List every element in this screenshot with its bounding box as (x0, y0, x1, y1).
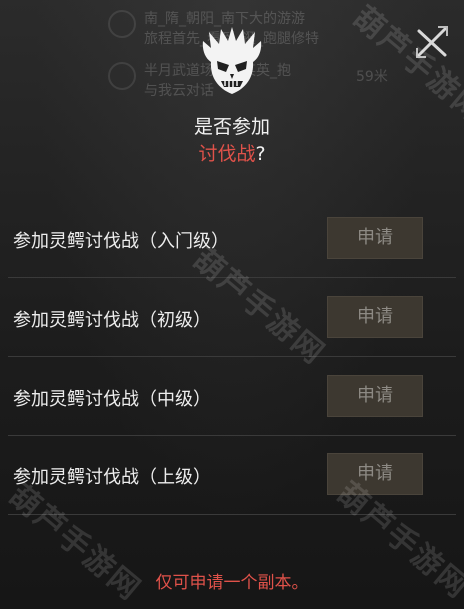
dungeon-option-label: 参加灵鳄讨伐战（入门级） (13, 231, 229, 252)
close-button[interactable] (414, 24, 450, 60)
apply-button[interactable]: 申请 (327, 296, 423, 338)
prompt-accent: 讨伐战 (198, 143, 256, 165)
demon-mask-icon (202, 27, 262, 94)
screen: 南_隋_朝阳_南下大的游游 旅程首先_看到_逛_跑腿修特 半月武道场_新_某英_… (0, 0, 464, 609)
prompt-target: 讨伐战? (0, 139, 464, 166)
background-distance: 59米 (356, 69, 388, 85)
dungeon-option-entry: 参加灵鳄讨伐战（中级） 申请 (0, 357, 464, 436)
dungeon-option-label: 参加灵鳄讨伐战（初级） (13, 310, 211, 331)
quest-circle-icon (108, 62, 136, 90)
prompt-question: 是否参加 (193, 116, 270, 138)
quest-circle-icon (108, 10, 136, 38)
dungeon-option-entry: 参加灵鳄讨伐战（入门级） 申请 (0, 199, 464, 278)
close-icon (416, 26, 448, 58)
option-divider (8, 514, 456, 515)
apply-button[interactable]: 申请 (327, 217, 423, 259)
dungeon-option-entry: 参加灵鳄讨伐战（初级） 申请 (0, 278, 464, 357)
prompt-question-mark: ? (255, 143, 266, 165)
dungeon-option-entry: 参加灵鳄讨伐战（上级） 申请 (0, 436, 464, 515)
apply-button[interactable]: 申请 (327, 453, 423, 495)
restriction-note: 仅可申请一个副本。 (155, 573, 309, 593)
dungeon-option-label: 参加灵鳄讨伐战（上级） (13, 467, 211, 488)
apply-button[interactable]: 申请 (327, 375, 423, 417)
dungeon-option-label: 参加灵鳄讨伐战（中级） (13, 389, 211, 410)
